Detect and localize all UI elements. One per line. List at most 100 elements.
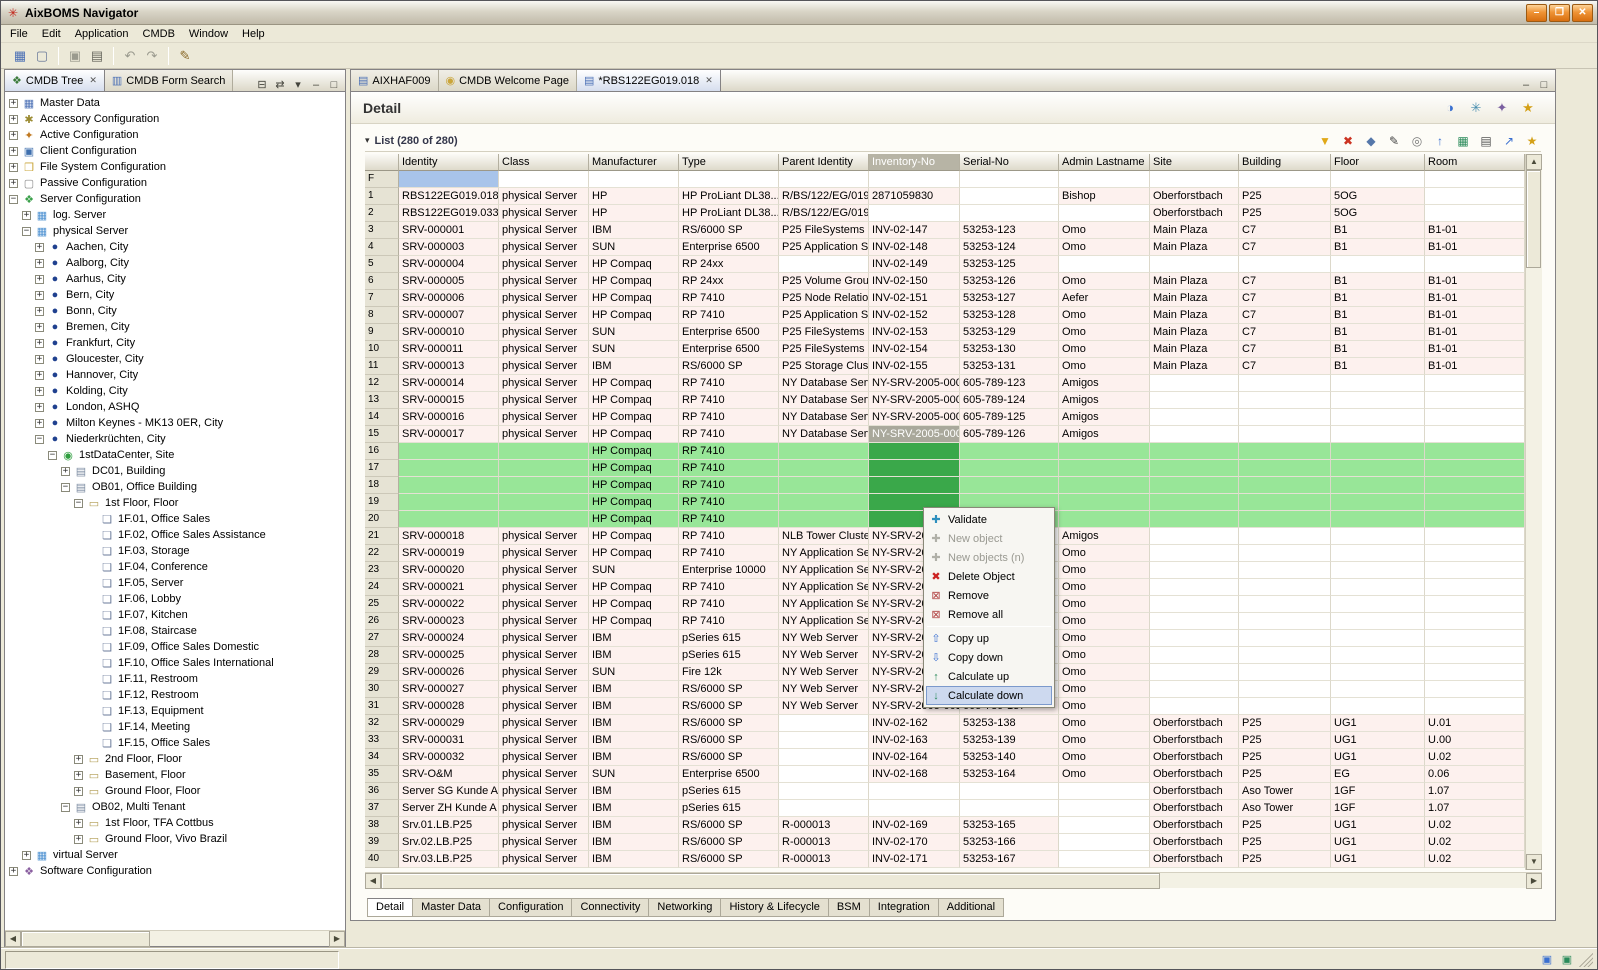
cell-building[interactable] (1239, 443, 1331, 460)
cell-floor[interactable] (1331, 698, 1425, 715)
print-list-icon[interactable]: ▤ (1477, 132, 1495, 150)
cell-type[interactable]: RP 7410 (679, 477, 779, 494)
cell-inventory-no[interactable]: 2871059830 (869, 188, 960, 205)
cell-manufacturer[interactable]: IBM (589, 834, 679, 851)
open-cmdb-tree-icon[interactable]: ▦ (9, 45, 31, 67)
cell-admin-lastname[interactable]: Aefer (1059, 290, 1150, 307)
cell-parent-identity[interactable]: P25 FileSystems (779, 324, 869, 341)
cell-building[interactable] (1239, 494, 1331, 511)
scrollbar-track[interactable] (21, 931, 329, 947)
cell-manufacturer[interactable]: IBM (589, 698, 679, 715)
row-number[interactable]: 35 (365, 766, 399, 783)
cell-identity[interactable]: SRV-000005 (399, 273, 499, 290)
cell-building[interactable]: C7 (1239, 324, 1331, 341)
cell-site[interactable] (1150, 664, 1239, 681)
cell-site[interactable] (1150, 392, 1239, 409)
cell-admin-lastname[interactable]: Omo (1059, 273, 1150, 290)
cell-class[interactable]: physical Server (499, 426, 589, 443)
cell-building[interactable]: P25 (1239, 715, 1331, 732)
cell-type[interactable]: RS/6000 SP (679, 222, 779, 239)
cell-identity[interactable] (399, 494, 499, 511)
cell-identity[interactable]: SRV-000024 (399, 630, 499, 647)
cell-identity[interactable]: SRV-000031 (399, 732, 499, 749)
tree-item-1f-12-restroom[interactable]: ❏1F.12, Restroom (5, 687, 345, 703)
tree-item-accessory-configuration[interactable]: +✱Accessory Configuration (5, 111, 345, 127)
tree-item-1f-11-restroom[interactable]: ❏1F.11, Restroom (5, 671, 345, 687)
cell-parent-identity[interactable]: NY Application Se... (779, 596, 869, 613)
tree-item-client-configuration[interactable]: +▣Client Configuration (5, 143, 345, 159)
cell-identity[interactable] (399, 477, 499, 494)
row-number[interactable]: 24 (365, 579, 399, 596)
column-header-room[interactable]: Room (1425, 154, 1525, 171)
cell-room[interactable]: B1-01 (1425, 324, 1525, 341)
tree-item-server-configuration[interactable]: −❖Server Configuration (5, 191, 345, 207)
cell-admin-lastname[interactable]: Omo (1059, 239, 1150, 256)
row-number[interactable]: 29 (365, 664, 399, 681)
cell-admin-lastname[interactable]: Amigos (1059, 375, 1150, 392)
cell-admin-lastname[interactable]: Omo (1059, 222, 1150, 239)
cell-class[interactable] (499, 477, 589, 494)
cell-room[interactable] (1425, 664, 1525, 681)
column-header-manufacturer[interactable]: Manufacturer (589, 154, 679, 171)
column-header-inventory-no[interactable]: Inventory-No (869, 154, 960, 171)
cell-admin-lastname[interactable]: Omo (1059, 341, 1150, 358)
cell-parent-identity[interactable]: P25 Application S... (779, 239, 869, 256)
close-icon[interactable]: ✕ (89, 75, 97, 86)
cell-parent-identity[interactable] (779, 766, 869, 783)
cell-type[interactable]: RS/6000 SP (679, 698, 779, 715)
cell-parent-identity[interactable] (779, 783, 869, 800)
cell-type[interactable]: RP 7410 (679, 596, 779, 613)
cell-room[interactable]: B1-01 (1425, 358, 1525, 375)
scrollbar-track[interactable] (381, 873, 1526, 889)
filter-cell-parent-identity[interactable] (779, 171, 869, 188)
cell-serial-no[interactable]: 53253-125 (960, 256, 1059, 273)
cell-class[interactable] (499, 511, 589, 528)
cell-type[interactable]: RS/6000 SP (679, 681, 779, 698)
cell-class[interactable]: physical Server (499, 834, 589, 851)
context-menu-item-remove[interactable]: ⊠Remove (926, 586, 1052, 605)
filter-cell-admin-lastname[interactable] (1059, 171, 1150, 188)
menu-help[interactable]: Help (235, 27, 272, 41)
tree-item-1f-02-office-sales-assistance[interactable]: ❏1F.02, Office Sales Assistance (5, 527, 345, 543)
cell-floor[interactable] (1331, 443, 1425, 460)
cell-parent-identity[interactable]: NY Web Server (779, 664, 869, 681)
user-key-icon[interactable]: ✦ (1493, 99, 1511, 117)
cell-site[interactable]: Oberforstbach (1150, 783, 1239, 800)
cell-type[interactable]: Enterprise 10000 (679, 562, 779, 579)
cell-manufacturer[interactable]: SUN (589, 341, 679, 358)
cell-manufacturer[interactable]: IBM (589, 749, 679, 766)
cell-parent-identity[interactable]: P25 Volume Groups (779, 273, 869, 290)
tree-horizontal-scrollbar[interactable]: ◀ ▶ (5, 930, 345, 946)
cell-admin-lastname[interactable]: Omo (1059, 562, 1150, 579)
status-icon-1[interactable]: ▣ (1539, 953, 1555, 966)
cell-parent-identity[interactable] (779, 732, 869, 749)
cell-site[interactable] (1150, 443, 1239, 460)
cell-floor[interactable] (1331, 613, 1425, 630)
expand-icon[interactable]: + (9, 115, 18, 124)
cell-site[interactable] (1150, 256, 1239, 273)
pin-icon[interactable]: ◆ (1362, 132, 1380, 150)
cell-class[interactable]: physical Server (499, 579, 589, 596)
cell-room[interactable] (1425, 681, 1525, 698)
cell-type[interactable]: Enterprise 6500 (679, 239, 779, 256)
cell-inventory-no[interactable]: INV-02-169 (869, 817, 960, 834)
cell-serial-no[interactable]: 53253-127 (960, 290, 1059, 307)
cell-manufacturer[interactable]: SUN (589, 239, 679, 256)
cell-parent-identity[interactable]: NY Database Server (779, 392, 869, 409)
cell-inventory-no[interactable]: NY-SRV-2005-0002 (869, 392, 960, 409)
cell-identity[interactable]: SRV-000021 (399, 579, 499, 596)
cell-room[interactable] (1425, 596, 1525, 613)
scrollbar-thumb[interactable] (381, 873, 1160, 889)
cell-site[interactable]: Main Plaza (1150, 341, 1239, 358)
row-number[interactable]: 18 (365, 477, 399, 494)
cell-identity[interactable]: Server SG Kunde A (399, 783, 499, 800)
cell-floor[interactable]: B1 (1331, 341, 1425, 358)
cell-type[interactable]: pSeries 615 (679, 800, 779, 817)
maximize-editor-icon[interactable]: □ (1535, 79, 1553, 91)
cell-inventory-no[interactable]: INV-02-151 (869, 290, 960, 307)
close-button[interactable]: ✕ (1572, 4, 1593, 22)
context-menu-item-calculate-down[interactable]: ↓Calculate down (926, 686, 1052, 705)
cell-admin-lastname[interactable]: Omo (1059, 647, 1150, 664)
cell-building[interactable] (1239, 528, 1331, 545)
cell-room[interactable] (1425, 443, 1525, 460)
